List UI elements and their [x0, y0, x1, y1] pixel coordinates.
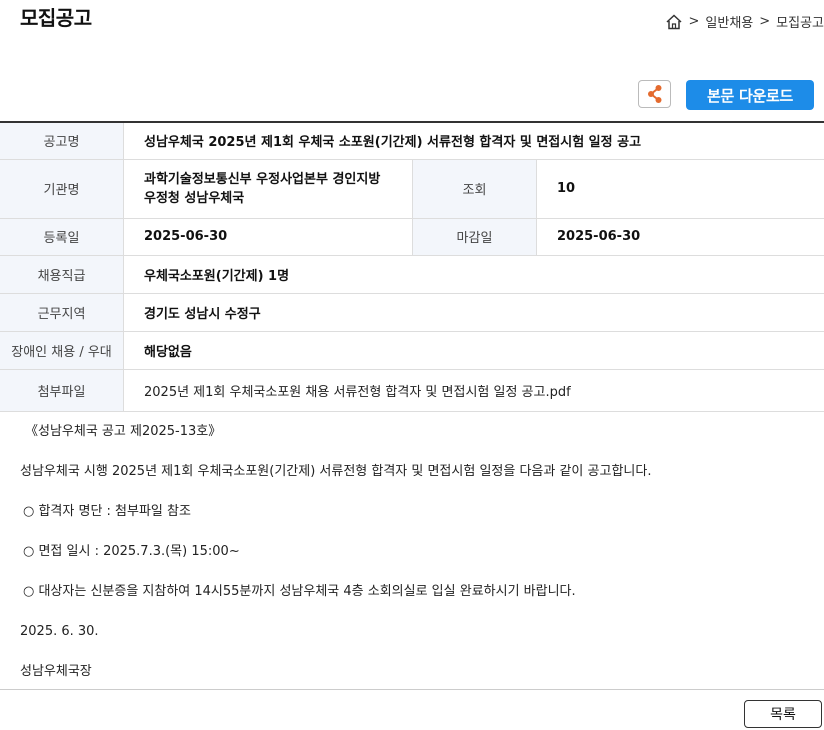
- table-row: 장애인 채용 / 우대 해당없음: [0, 331, 824, 370]
- share-button[interactable]: [638, 80, 671, 108]
- views-value: 10: [536, 159, 824, 219]
- reg-date-label: 등록일: [0, 218, 124, 256]
- disability-label: 장애인 채용 / 우대: [0, 331, 124, 370]
- table-row: 기관명 과학기술정보통신부 우정사업본부 경인지방 우정청 성남우체국 조회 1…: [0, 159, 824, 219]
- body-item-instructions: ○ 대상자는 신분증을 지참하여 14시55분까지 성남우체국 4층 소회의실로…: [23, 584, 576, 599]
- breadcrumb-separator: >: [688, 14, 700, 29]
- body-item-pass-list: ○ 합격자 명단 : 첨부파일 참조: [23, 504, 191, 519]
- home-icon[interactable]: [665, 13, 683, 31]
- share-icon: [647, 85, 661, 103]
- download-body-button[interactable]: 본문 다운로드: [686, 80, 814, 110]
- breadcrumb-separator: >: [759, 14, 771, 29]
- views-label: 조회: [412, 159, 537, 219]
- body-date: 2025. 6. 30.: [20, 624, 99, 639]
- org-value-line1: 과학기술정보통신부 우정사업본부 경인지방: [144, 171, 381, 187]
- org-value: 과학기술정보통신부 우정사업본부 경인지방 우정청 성남우체국: [123, 159, 413, 219]
- divider: [0, 689, 824, 690]
- body-notice-number: 《성남우체국 공고 제2025-13호》: [25, 424, 222, 439]
- breadcrumb-item-recruit-notice[interactable]: 모집공고: [776, 12, 824, 31]
- list-button[interactable]: 목록: [744, 700, 822, 728]
- table-row: 첨부파일 2025년 제1회 우체국소포원 채용 서류전형 합격자 및 면접시험…: [0, 369, 824, 412]
- grade-value: 우체국소포원(기간제) 1명: [123, 255, 824, 294]
- disability-value: 해당없음: [123, 331, 824, 370]
- breadcrumb: > 일반채용 > 모집공고: [665, 12, 824, 31]
- table-row: 채용직급 우체국소포원(기간제) 1명: [0, 255, 824, 294]
- org-label: 기관명: [0, 159, 124, 219]
- grade-label: 채용직급: [0, 255, 124, 294]
- body-item-interview-date: ○ 면접 일시 : 2025.7.3.(목) 15:00~: [23, 544, 240, 559]
- table-row: 근무지역 경기도 성남시 수정구: [0, 293, 824, 332]
- breadcrumb-item-general-recruit[interactable]: 일반채용: [705, 12, 753, 31]
- body-signature: 성남우체국장: [20, 664, 92, 679]
- deadline-label: 마감일: [412, 218, 537, 256]
- attachment-link[interactable]: 2025년 제1회 우체국소포원 채용 서류전형 합격자 및 면접시험 일정 공…: [123, 369, 824, 412]
- body-intro: 성남우체국 시행 2025년 제1회 우체국소포원(기간제) 서류전형 합격자 …: [20, 464, 652, 479]
- org-value-line2: 우정청 성남우체국: [144, 190, 245, 206]
- deadline-value: 2025-06-30: [536, 218, 824, 256]
- table-row: 공고명 성남우체국 2025년 제1회 우체국 소포원(기간제) 서류전형 합격…: [0, 122, 824, 160]
- attachment-label: 첨부파일: [0, 369, 124, 412]
- page-title: 모집공고: [20, 6, 92, 30]
- table-row: 등록일 2025-06-30 마감일 2025-06-30: [0, 218, 824, 256]
- title-value: 성남우체국 2025년 제1회 우체국 소포원(기간제) 서류전형 합격자 및 …: [123, 122, 824, 160]
- notice-body: 《성남우체국 공고 제2025-13호》 성남우체국 시행 2025년 제1회 …: [20, 422, 651, 702]
- notice-info-table: 공고명 성남우체국 2025년 제1회 우체국 소포원(기간제) 서류전형 합격…: [0, 121, 824, 412]
- area-value: 경기도 성남시 수정구: [123, 293, 824, 332]
- reg-date-value: 2025-06-30: [123, 218, 413, 256]
- title-label: 공고명: [0, 122, 124, 160]
- area-label: 근무지역: [0, 293, 124, 332]
